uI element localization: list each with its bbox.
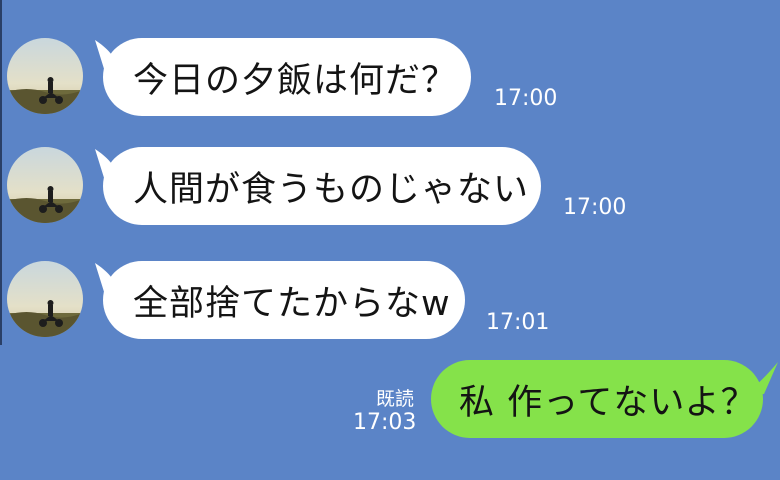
message-bubble-incoming[interactable]: 人間が食うものじゃない: [103, 147, 541, 225]
message-bubble-incoming[interactable]: 今日の夕飯は何だ？: [103, 38, 471, 116]
message-bubble-incoming[interactable]: 全部捨てたからなw: [103, 261, 465, 339]
message-text: 全部捨てたからなw: [133, 283, 451, 324]
bubble-tail: [746, 362, 778, 394]
motorcycle-rider-avatar-icon: [7, 38, 83, 114]
avatar[interactable]: [7, 38, 83, 114]
message-timestamp: 17:00: [494, 86, 558, 111]
motorcycle-rider-avatar-icon: [7, 261, 83, 337]
message-timestamp: 17:00: [563, 195, 627, 220]
motorcycle-rider-avatar-icon: [7, 147, 83, 223]
message-text: 今日の夕飯は何だ？: [133, 60, 458, 101]
avatar[interactable]: [7, 261, 83, 337]
message-timestamp: 17:03: [353, 410, 417, 435]
chat-area: 今日の夕飯は何だ？ 17:00 人間が食うものじゃない 17:00 全部捨てたか…: [0, 0, 780, 480]
message-timestamp: 17:01: [486, 310, 550, 335]
read-receipt: 既読: [376, 388, 415, 410]
message-text: 私 作ってないよ？: [459, 382, 757, 423]
message-text: 人間が食うものじゃない: [133, 169, 530, 210]
avatar[interactable]: [7, 147, 83, 223]
message-bubble-outgoing[interactable]: 私 作ってないよ？: [431, 360, 763, 438]
left-edge-divider: [0, 0, 2, 345]
